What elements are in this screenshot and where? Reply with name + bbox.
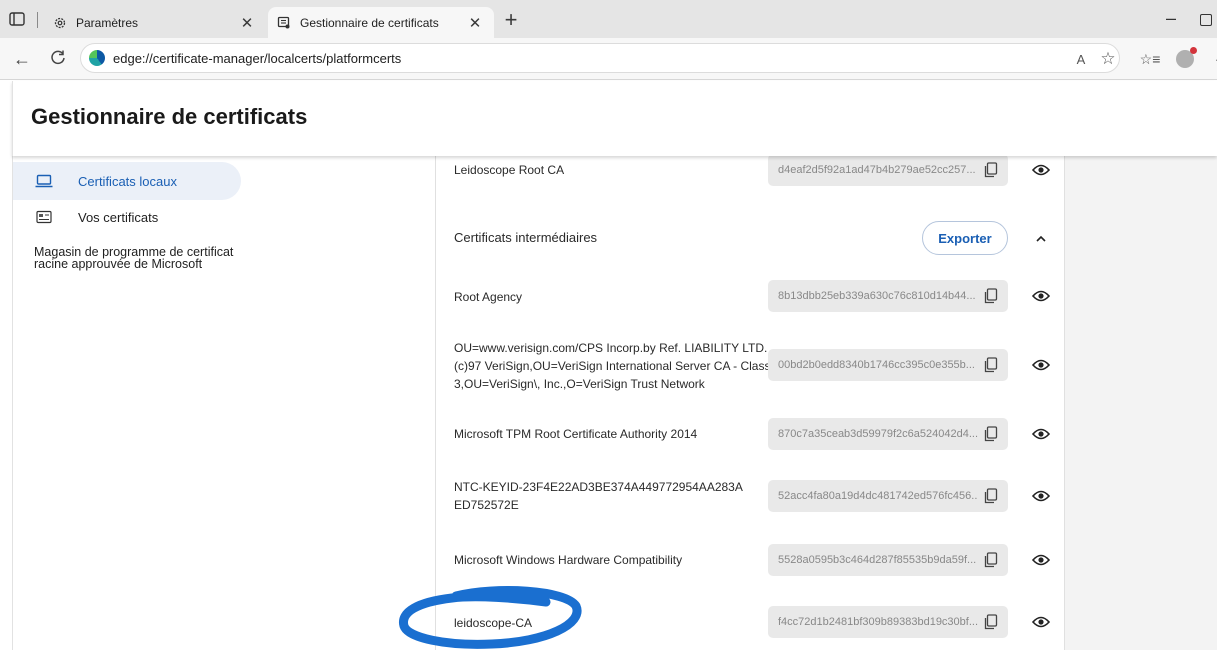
page-title: Gestionnaire de certificats	[31, 104, 308, 129]
avatar	[1176, 47, 1197, 68]
back-button[interactable]: ←	[12, 49, 32, 69]
certificate-name: Microsoft Windows Hardware Compatibility	[454, 553, 683, 567]
copy-icon[interactable]	[982, 161, 1000, 179]
certificate-hash-field: d4eaf2d5f92a1ad47b4b279ae52cc257...	[768, 154, 1008, 186]
tab-certificate-manager[interactable]: Gestionnaire de certificats ✕	[268, 7, 494, 38]
profile-button[interactable]	[1175, 47, 1197, 69]
certificate-hash: d4eaf2d5f92a1ad47b4b279ae52cc257...	[778, 164, 976, 176]
export-button[interactable]: Exporter	[922, 221, 1008, 255]
more-button[interactable]: ·	[1207, 49, 1217, 69]
sidebar: Certificats locaux Vos certificats Magas…	[12, 156, 435, 650]
restore-button[interactable]	[1200, 14, 1212, 26]
copy-icon[interactable]	[982, 487, 1000, 505]
id-card-icon	[35, 209, 53, 225]
certificate-hash: 5528a0595b3c464d287f85535b9da59f...	[778, 554, 977, 566]
certificate-hash: 00bd2b0edd8340b1746cc395c0e355b...	[778, 359, 975, 371]
chevron-up-icon[interactable]	[1030, 228, 1052, 250]
tab-title: Gestionnaire de certificats	[300, 15, 439, 30]
copy-icon[interactable]	[982, 613, 1000, 631]
browser-toolbar: ← edge://certificate-manager/localcerts/…	[0, 38, 1217, 80]
certificate-name: NTC-KEYID-23F4E22AD3BE374A449772954AA283…	[454, 480, 743, 512]
tab-actions-icon[interactable]	[8, 10, 26, 28]
favorites-button[interactable]: ☆≡	[1139, 49, 1161, 69]
certificate-hash-field: f4cc72d1b2481bf309b89383bd19c30bf...	[768, 606, 1008, 638]
tab-title: Paramètres	[76, 15, 139, 30]
refresh-button[interactable]	[48, 49, 68, 69]
view-icon[interactable]	[1030, 611, 1052, 633]
certificate-hash: f4cc72d1b2481bf309b89383bd19c30bf...	[778, 616, 978, 628]
sidebar-item-local-certificates[interactable]: Certificats locaux	[13, 162, 241, 200]
certificate-hash-field: 8b13dbb25eb339a630c76c810d14b44...	[768, 280, 1008, 312]
certificate-hash: 52acc4fa80a19d4dc481742ed576fc456...	[778, 490, 978, 502]
laptop-icon	[35, 173, 53, 189]
certificate-name: OU=www.verisign.com/CPS Incorp.by Ref. L…	[454, 341, 771, 391]
sidebar-item-label: Certificats locaux	[78, 173, 177, 189]
gear-icon	[52, 15, 68, 31]
page-header: Gestionnaire de certificats	[12, 81, 1217, 156]
certificate-hash-field: 00bd2b0edd8340b1746cc395c0e355b...	[768, 349, 1008, 381]
read-aloud-button[interactable]: A	[1071, 49, 1091, 69]
certificate-name: leidoscope-CA	[454, 616, 533, 630]
view-icon[interactable]	[1030, 285, 1052, 307]
intermediate-certificates-heading: Certificats intermédiaires	[454, 230, 598, 245]
certificate-icon	[276, 15, 292, 31]
certificate-hash-field: 5528a0595b3c464d287f85535b9da59f...	[768, 544, 1008, 576]
copy-icon[interactable]	[982, 356, 1000, 374]
certificate-hash-field: 52acc4fa80a19d4dc481742ed576fc456...	[768, 480, 1008, 512]
add-favorite-button[interactable]: ☆	[1098, 49, 1118, 69]
tab-parametres[interactable]: Paramètres ✕	[44, 7, 266, 38]
view-icon[interactable]	[1030, 354, 1052, 376]
url-text: edge://certificate-manager/localcerts/pl…	[113, 50, 402, 66]
certificate-hash: 870c7a35ceab3d59979f2c6a524042d4...	[778, 428, 978, 440]
microsoft-root-store-link[interactable]: Magasin de programme de certificat racin…	[34, 246, 234, 271]
favorites-icon: ☆≡	[1139, 50, 1161, 67]
sidebar-item-your-certificates[interactable]: Vos certificats	[13, 200, 241, 234]
certificate-list-card: Leidoscope Root CA d4eaf2d5f92a1ad47b4b2…	[435, 154, 1065, 650]
certificate-name: Root Agency	[454, 290, 523, 304]
new-tab-button[interactable]: +	[500, 9, 522, 32]
edge-logo-icon	[89, 50, 105, 66]
read-aloud-icon: A	[1076, 51, 1086, 67]
view-icon[interactable]	[1030, 423, 1052, 445]
minimize-button[interactable]: –	[1160, 8, 1182, 30]
tab-separator	[37, 12, 38, 28]
copy-icon[interactable]	[982, 287, 1000, 305]
sidebar-item-label: Vos certificats	[78, 209, 159, 225]
certificate-hash: 8b13dbb25eb339a630c76c810d14b44...	[778, 290, 976, 302]
address-bar[interactable]: edge://certificate-manager/localcerts/pl…	[80, 43, 1120, 73]
certificate-hash-field: 870c7a35ceab3d59979f2c6a524042d4...	[768, 418, 1008, 450]
view-icon[interactable]	[1030, 485, 1052, 507]
close-icon[interactable]: ✕	[236, 12, 258, 34]
close-icon[interactable]: ✕	[464, 12, 486, 34]
certificate-name: Microsoft TPM Root Certificate Authority…	[454, 427, 698, 441]
tab-strip: Paramètres ✕ Gestionnaire de certificats…	[0, 0, 1217, 38]
star-icon: ☆	[1100, 49, 1116, 68]
copy-icon[interactable]	[982, 425, 1000, 443]
certificate-name: Leidoscope Root CA	[454, 163, 565, 177]
view-icon[interactable]	[1030, 159, 1052, 181]
view-icon[interactable]	[1030, 549, 1052, 571]
copy-icon[interactable]	[982, 551, 1000, 569]
